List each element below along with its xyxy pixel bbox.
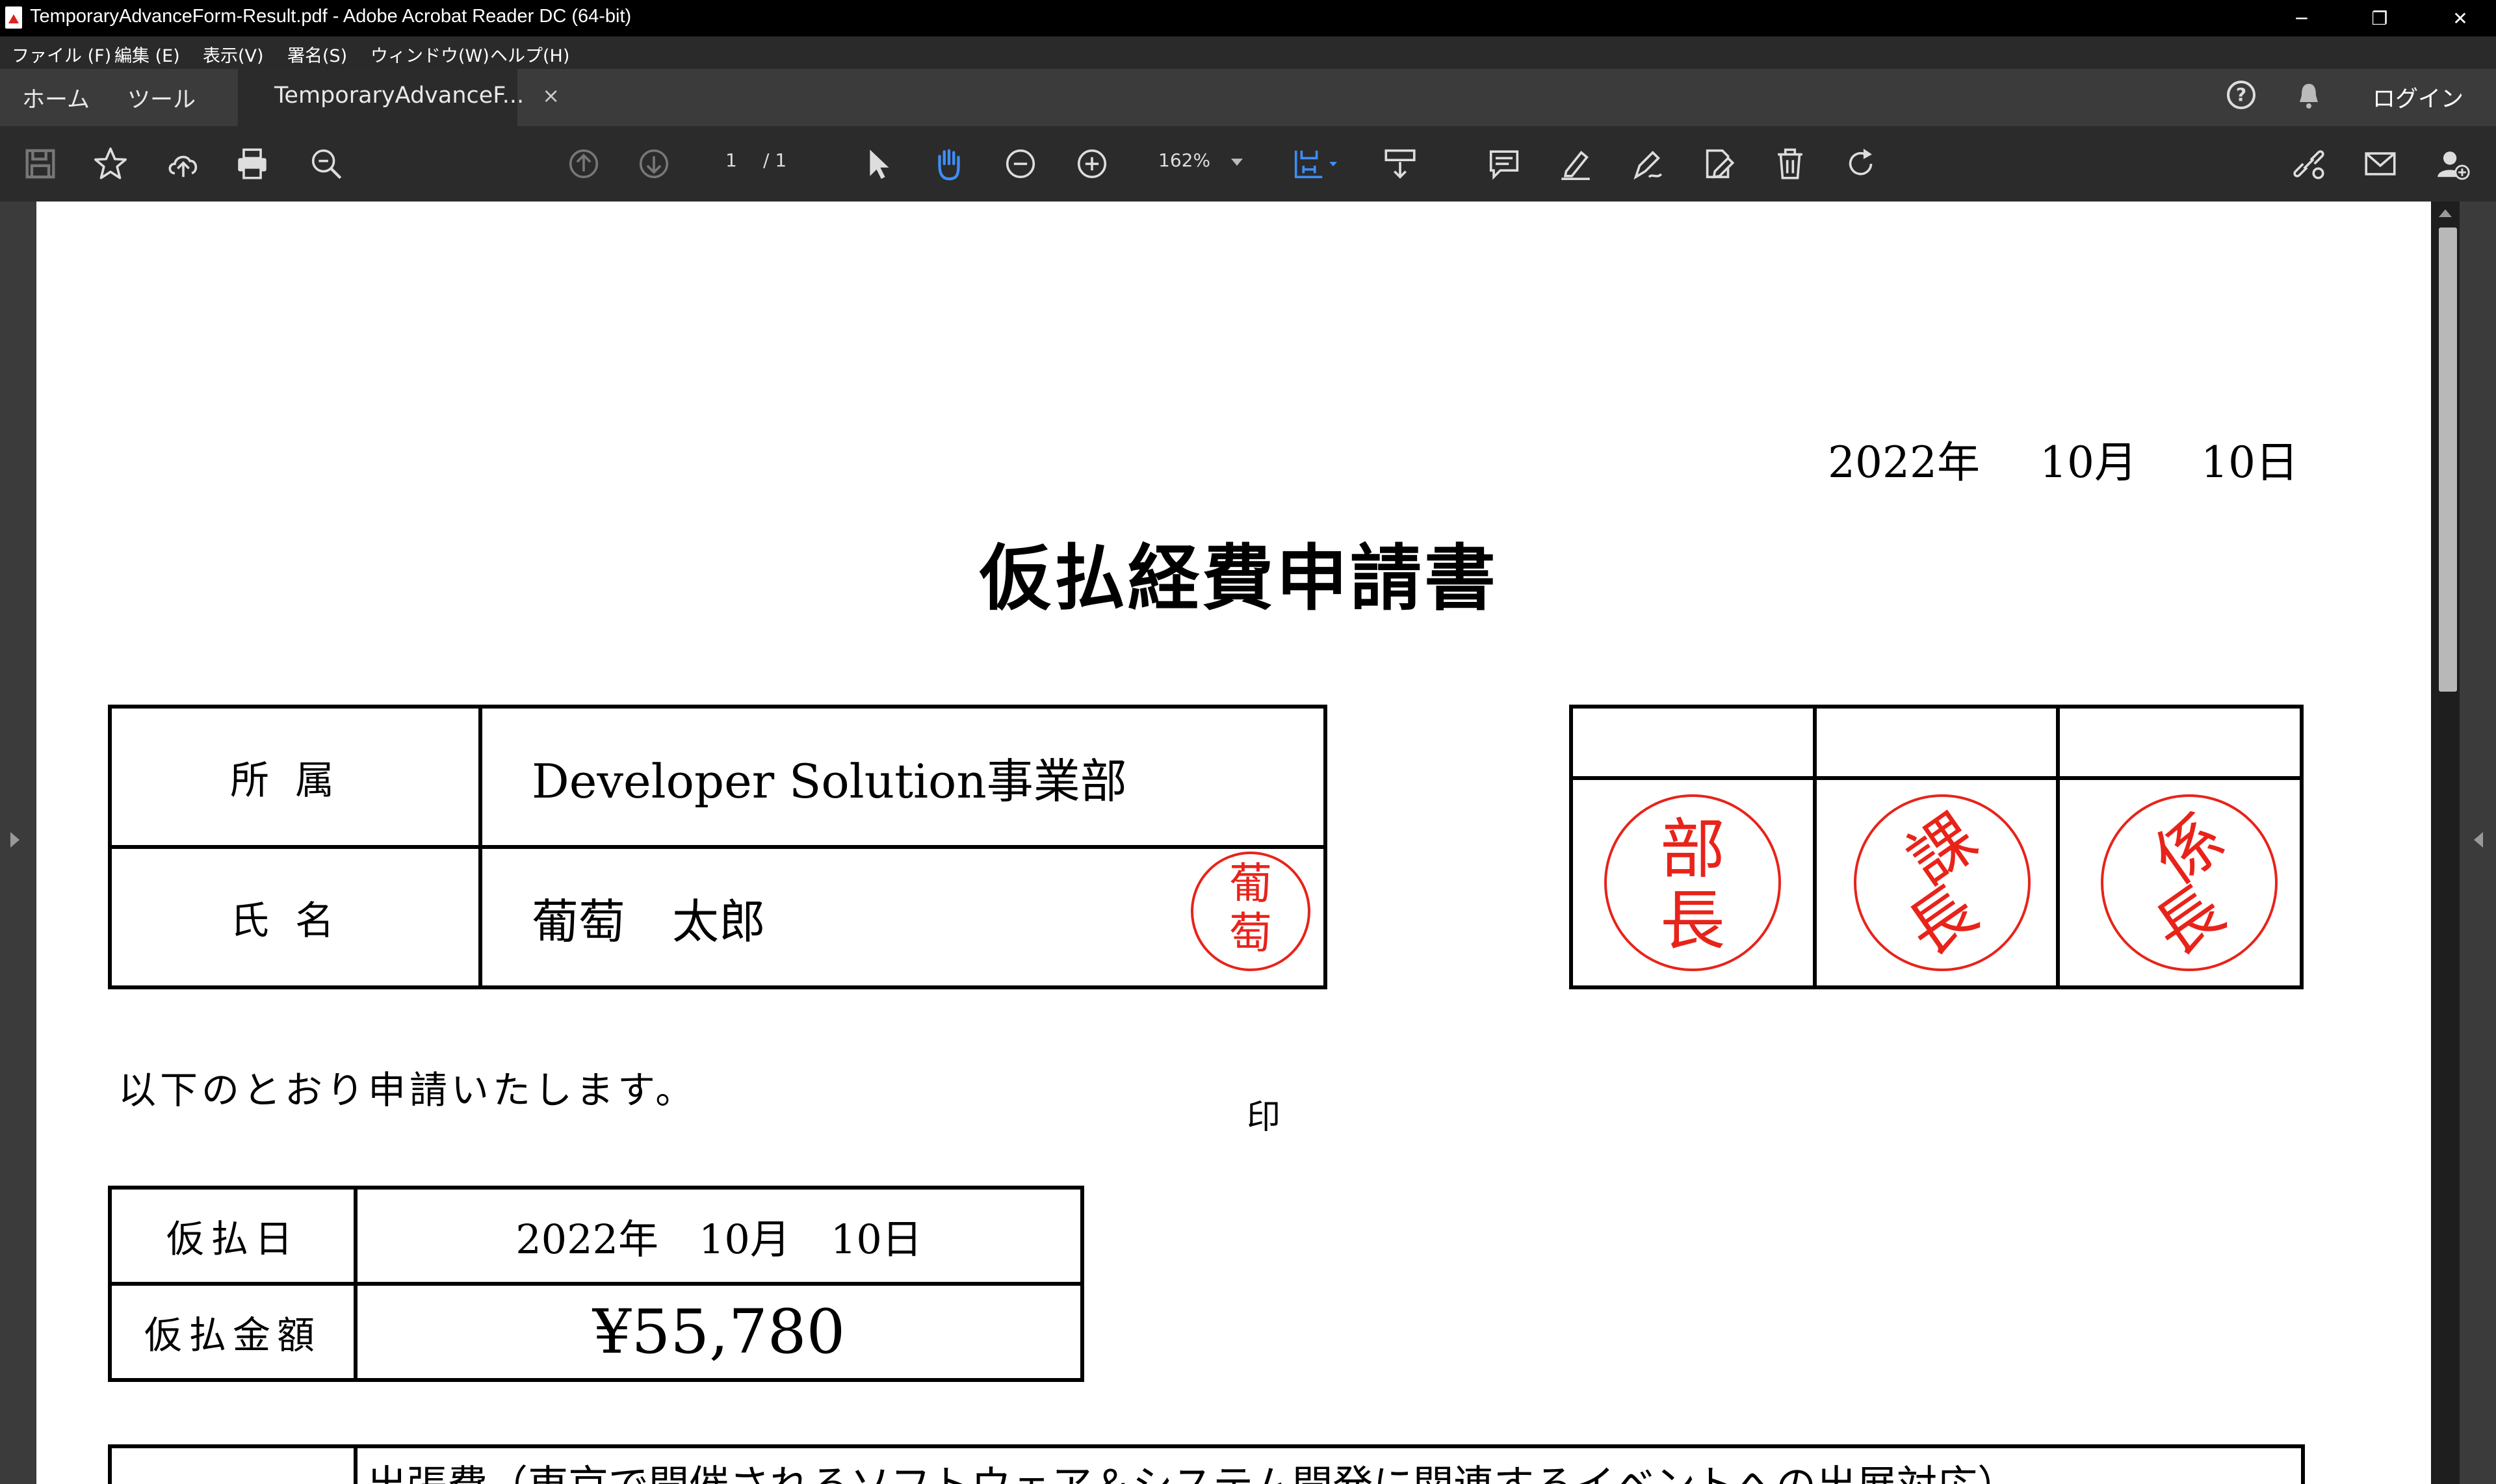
hand-tool-icon[interactable] [928,143,970,185]
help-icon[interactable]: ? [2227,81,2256,109]
affiliation-value: Developer Solution事業部 [478,705,1327,849]
fit-dropdown-icon[interactable] [1323,143,1343,185]
next-page-icon[interactable] [633,143,675,185]
zoom-dropdown-icon[interactable] [1231,159,1243,166]
right-panel-toggle-icon[interactable] [2474,832,2483,848]
add-user-icon[interactable] [2431,143,2473,185]
approval-header-cell [1812,705,2060,780]
rotate-icon[interactable] [1841,143,1882,185]
menu-edit[interactable]: 編集 (E) [114,42,180,67]
advance-date-label: 仮払日 [108,1186,358,1286]
affiliation-label: 所属 [108,705,482,849]
zoom-level[interactable]: 162% [1158,150,1210,171]
page-total: / 1 [763,150,787,171]
window-titlebar: TemporaryAdvanceForm-Result.pdf - Adobe … [0,0,2496,36]
scroll-mode-icon[interactable] [1379,143,1421,185]
acrobat-app-icon [5,7,22,29]
menu-window[interactable]: ウィンドウ(W) [370,42,489,67]
scroll-up-icon[interactable] [2439,209,2452,217]
window-title: TemporaryAdvanceForm-Result.pdf - Adobe … [30,6,632,27]
menu-sign[interactable]: 署名(S) [287,42,347,67]
purpose-value: 出張費（東京で開催されるソフトウェア＆システム開発に関連するイベントへの出展対応… [354,1444,2305,1484]
login-button[interactable]: ログイン [2372,81,2464,114]
previous-page-icon[interactable] [563,143,604,185]
restore-button[interactable]: ❐ [2344,0,2415,36]
seal-mark: 印 [1247,1098,1281,1137]
zoom-in-icon[interactable] [1071,143,1113,185]
save-icon[interactable] [20,143,61,185]
highlight-pen-icon[interactable] [1555,143,1596,185]
chief-stamp: 係 長 [2101,794,2278,971]
left-panel-toggle-icon[interactable] [10,832,20,848]
menu-bar: ファイル (F) 編集 (E) 表示(V) 署名(S) ウィンドウ(W) ヘルプ… [0,36,2496,69]
purpose-label-cell [108,1444,358,1484]
advance-table: 仮払日 2022年 10月 10日 仮払金額 ¥55,780 [108,1186,1084,1382]
comment-icon[interactable] [1483,143,1525,185]
menu-file[interactable]: ファイル (F) [12,42,111,67]
page-number-input[interactable]: 1 [725,150,737,171]
star-icon[interactable] [90,143,131,185]
purpose-table: 出張費（東京で開催されるソフトウェア＆システム開発に関連するイベントへの出展対応… [108,1444,2305,1484]
date-day: 10日 [2201,437,2298,488]
close-tab-icon[interactable]: × [542,83,560,108]
advance-amount-label: 仮払金額 [108,1282,358,1382]
advance-amount-value: ¥55,780 [354,1282,1084,1382]
tab-bar: ホーム ツール TemporaryAdvanceF... × [0,69,2496,126]
minimize-button[interactable]: ─ [2266,0,2337,36]
email-icon[interactable] [2360,143,2401,185]
stamp-char: 長 [1660,883,1725,959]
toolbar: 1 / 1 162% [0,126,2496,203]
sign-pen-icon[interactable] [1626,143,1668,185]
menu-view[interactable]: 表示(V) [203,42,264,67]
zoom-out-icon[interactable] [1000,143,1041,185]
tab-document[interactable]: TemporaryAdvanceF... × [238,69,560,126]
scrollbar-thumb[interactable] [2439,228,2457,692]
section-manager-stamp: 課 長 [1854,794,2031,971]
personal-seal-char-1: 葡 [1229,859,1272,909]
personal-seal-stamp: 葡 萄 [1191,852,1310,971]
bell-icon[interactable] [2297,81,2320,110]
advance-date-value: 2022年 10月 10日 [354,1186,1084,1286]
pdf-page: 2022年 10月 10日 仮払経費申請書 所属 Developer Solut… [36,202,2431,1484]
menu-help[interactable]: ヘルプ(H) [490,42,569,67]
tab-tools[interactable]: ツール [127,69,196,126]
share-link-icon[interactable] [2288,143,2330,185]
approval-header-cell [2056,705,2304,780]
close-window-button[interactable]: ✕ [2424,0,2496,36]
department-manager-stamp: 部 長 [1604,794,1781,971]
upload-cloud-icon[interactable] [162,143,204,185]
name-label: 氏名 [108,845,482,989]
personal-seal-char-2: 萄 [1229,908,1272,958]
select-cursor-icon[interactable] [857,143,898,185]
tab-document-label: TemporaryAdvanceF... [274,83,525,109]
applicant-table: 所属 Developer Solution事業部 氏名 葡萄 太郎 [108,705,1327,989]
stamp-char: 部 [1660,811,1725,887]
print-icon[interactable] [231,143,273,185]
date-year: 2022年 [1828,437,1980,488]
tab-home[interactable]: ホーム [22,69,90,126]
intro-text: 以下のとおり申請いたします。 [118,1068,697,1112]
approval-header-cell [1569,705,1817,780]
date-month: 10月 [2040,437,2137,488]
trash-icon[interactable] [1769,143,1811,185]
document-title: 仮払経費申請書 [980,536,1498,620]
edit-document-icon[interactable] [1698,143,1739,185]
zoom-search-icon[interactable] [306,143,347,185]
